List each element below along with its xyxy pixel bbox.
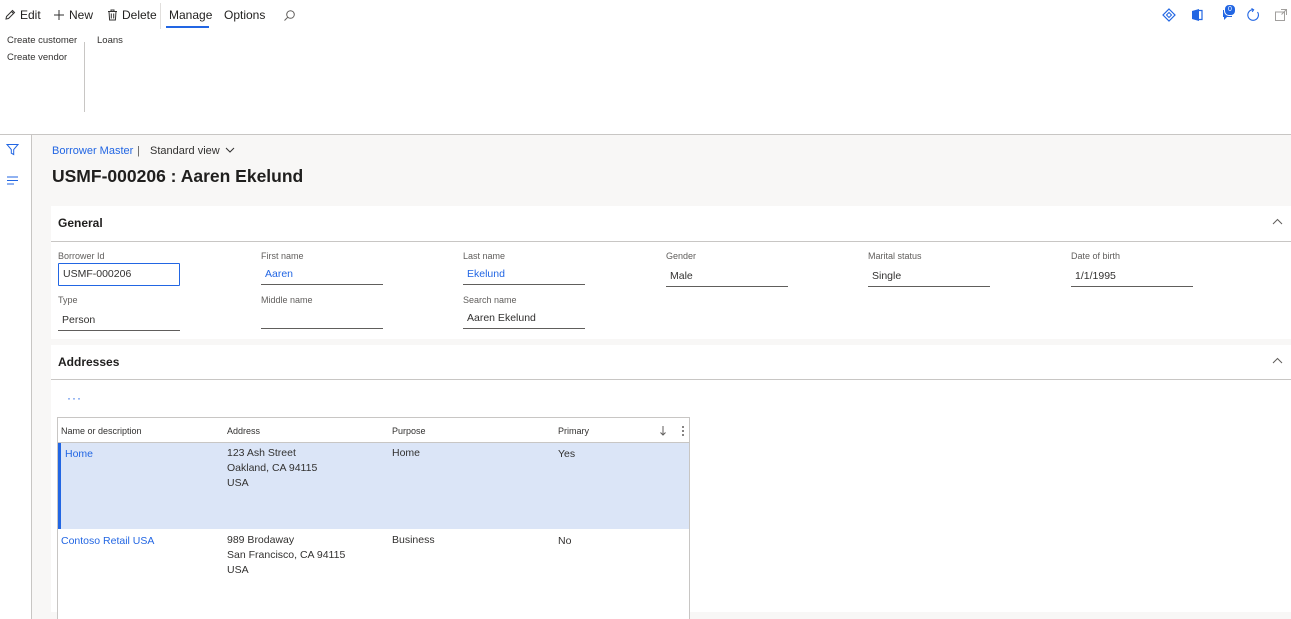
search-name-label: Search name bbox=[463, 295, 517, 305]
date-of-birth-label: Date of birth bbox=[1071, 251, 1121, 261]
general-divider bbox=[51, 241, 1291, 242]
open-in-new-icon bbox=[1275, 9, 1287, 21]
last-name-field[interactable]: Ekelund bbox=[463, 263, 585, 285]
office-icon bbox=[1192, 9, 1203, 21]
row-primary: Yes bbox=[558, 448, 576, 460]
row-address-line: USA bbox=[227, 477, 249, 489]
new-label: New bbox=[69, 8, 94, 22]
open-new-window-button[interactable] bbox=[1274, 8, 1288, 27]
create-vendor-button[interactable]: Create vendor bbox=[7, 52, 67, 63]
row-name-link[interactable]: Contoso Retail USA bbox=[61, 534, 154, 549]
more-options-button[interactable]: ··· bbox=[67, 391, 82, 405]
filter-button[interactable] bbox=[5, 143, 20, 161]
trash-icon bbox=[108, 9, 117, 21]
filter-icon bbox=[5, 144, 20, 156]
table-row[interactable]: Contoso Retail USA 989 Brodaway San Fran… bbox=[58, 529, 689, 619]
column-header-purpose[interactable]: Purpose bbox=[392, 426, 426, 436]
chevron-up-icon[interactable] bbox=[1272, 357, 1283, 365]
row-address-line: 123 Ash Street bbox=[227, 447, 296, 459]
column-header-name[interactable]: Name or description bbox=[61, 426, 142, 436]
row-address-line: Oakland, CA 94115 bbox=[227, 462, 318, 474]
row-name-link[interactable]: Home bbox=[65, 447, 93, 462]
notifications-button[interactable]: 0 bbox=[1221, 4, 1237, 27]
page-title: USMF-000206 : Aaren Ekelund bbox=[52, 166, 304, 186]
first-name-label: First name bbox=[261, 251, 304, 261]
borrower-id-field[interactable]: USMF-000206 bbox=[58, 263, 180, 286]
column-header-address[interactable]: Address bbox=[227, 426, 260, 436]
diamond-icon bbox=[1162, 8, 1176, 22]
row-selected-indicator bbox=[58, 443, 61, 529]
addresses-section-header[interactable]: Addresses bbox=[58, 355, 119, 369]
search-icon bbox=[284, 9, 295, 21]
view-selector[interactable]: Standard view bbox=[150, 145, 235, 157]
sort-descending-icon[interactable] bbox=[659, 425, 667, 436]
first-name-field[interactable]: Aaren bbox=[261, 263, 383, 285]
addresses-divider bbox=[51, 379, 1291, 380]
lines-icon bbox=[7, 176, 18, 185]
toolbar-separator bbox=[160, 3, 161, 29]
date-of-birth-field[interactable]: 1/1/1995 bbox=[1071, 265, 1193, 287]
middle-name-field[interactable] bbox=[261, 307, 383, 329]
edit-label: Edit bbox=[20, 8, 41, 22]
row-address-line: San Francisco, CA 94115 bbox=[227, 549, 346, 561]
tab-active-indicator bbox=[166, 26, 209, 28]
gender-label: Gender bbox=[666, 251, 697, 261]
type-label: Type bbox=[58, 295, 78, 305]
refresh-button[interactable] bbox=[1246, 8, 1260, 27]
general-section-header[interactable]: General bbox=[58, 216, 103, 230]
diamond-button[interactable] bbox=[1162, 8, 1176, 27]
breadcrumb-separator: | bbox=[137, 145, 140, 157]
delete-label: Delete bbox=[122, 8, 157, 22]
addresses-grid: Name or description Address Purpose Prim… bbox=[57, 417, 690, 619]
plus-icon bbox=[54, 10, 64, 20]
borrower-id-label: Borrower Id bbox=[58, 251, 105, 261]
row-address-line: 989 Brodaway bbox=[227, 534, 295, 546]
related-info-button[interactable] bbox=[6, 173, 19, 191]
edit-button[interactable]: Edit bbox=[4, 0, 41, 30]
loans-button[interactable]: Loans bbox=[97, 35, 123, 46]
view-selector-label: Standard view bbox=[150, 145, 220, 157]
more-vertical-icon[interactable] bbox=[681, 425, 685, 437]
marital-status-label: Marital status bbox=[868, 251, 922, 261]
left-rail bbox=[0, 135, 32, 619]
create-customer-button[interactable]: Create customer bbox=[7, 35, 77, 46]
office-button[interactable] bbox=[1191, 8, 1203, 27]
search-button[interactable] bbox=[283, 0, 300, 30]
new-button[interactable]: New bbox=[53, 0, 93, 30]
notification-badge: 0 bbox=[1224, 4, 1236, 16]
row-purpose: Home bbox=[392, 447, 421, 459]
table-row[interactable]: Home 123 Ash Street Oakland, CA 94115 US… bbox=[58, 443, 689, 529]
gender-field[interactable]: Male bbox=[666, 265, 788, 287]
tab-options[interactable]: Options bbox=[224, 0, 265, 30]
row-primary: No bbox=[558, 535, 572, 547]
breadcrumb-form-link[interactable]: Borrower Master bbox=[52, 145, 133, 157]
search-name-field[interactable]: Aaren Ekelund bbox=[463, 307, 585, 329]
chevron-down-icon bbox=[225, 147, 235, 153]
general-section: General Borrower Id USMF-000206 First na… bbox=[51, 206, 1291, 339]
refresh-icon bbox=[1247, 8, 1259, 21]
tab-manage-label: Manage bbox=[169, 8, 213, 22]
middle-name-label: Middle name bbox=[261, 295, 313, 305]
chevron-up-icon[interactable] bbox=[1272, 218, 1283, 226]
type-field[interactable]: Person bbox=[58, 309, 180, 331]
last-name-label: Last name bbox=[463, 251, 506, 261]
ribbon-group-divider bbox=[84, 42, 85, 112]
marital-status-field[interactable]: Single bbox=[868, 265, 990, 287]
tab-options-label: Options bbox=[224, 8, 266, 22]
column-header-primary[interactable]: Primary bbox=[558, 426, 589, 436]
edit-icon bbox=[5, 9, 16, 20]
row-purpose: Business bbox=[392, 534, 435, 546]
delete-button[interactable]: Delete bbox=[107, 0, 157, 30]
row-address-line: USA bbox=[227, 564, 249, 576]
